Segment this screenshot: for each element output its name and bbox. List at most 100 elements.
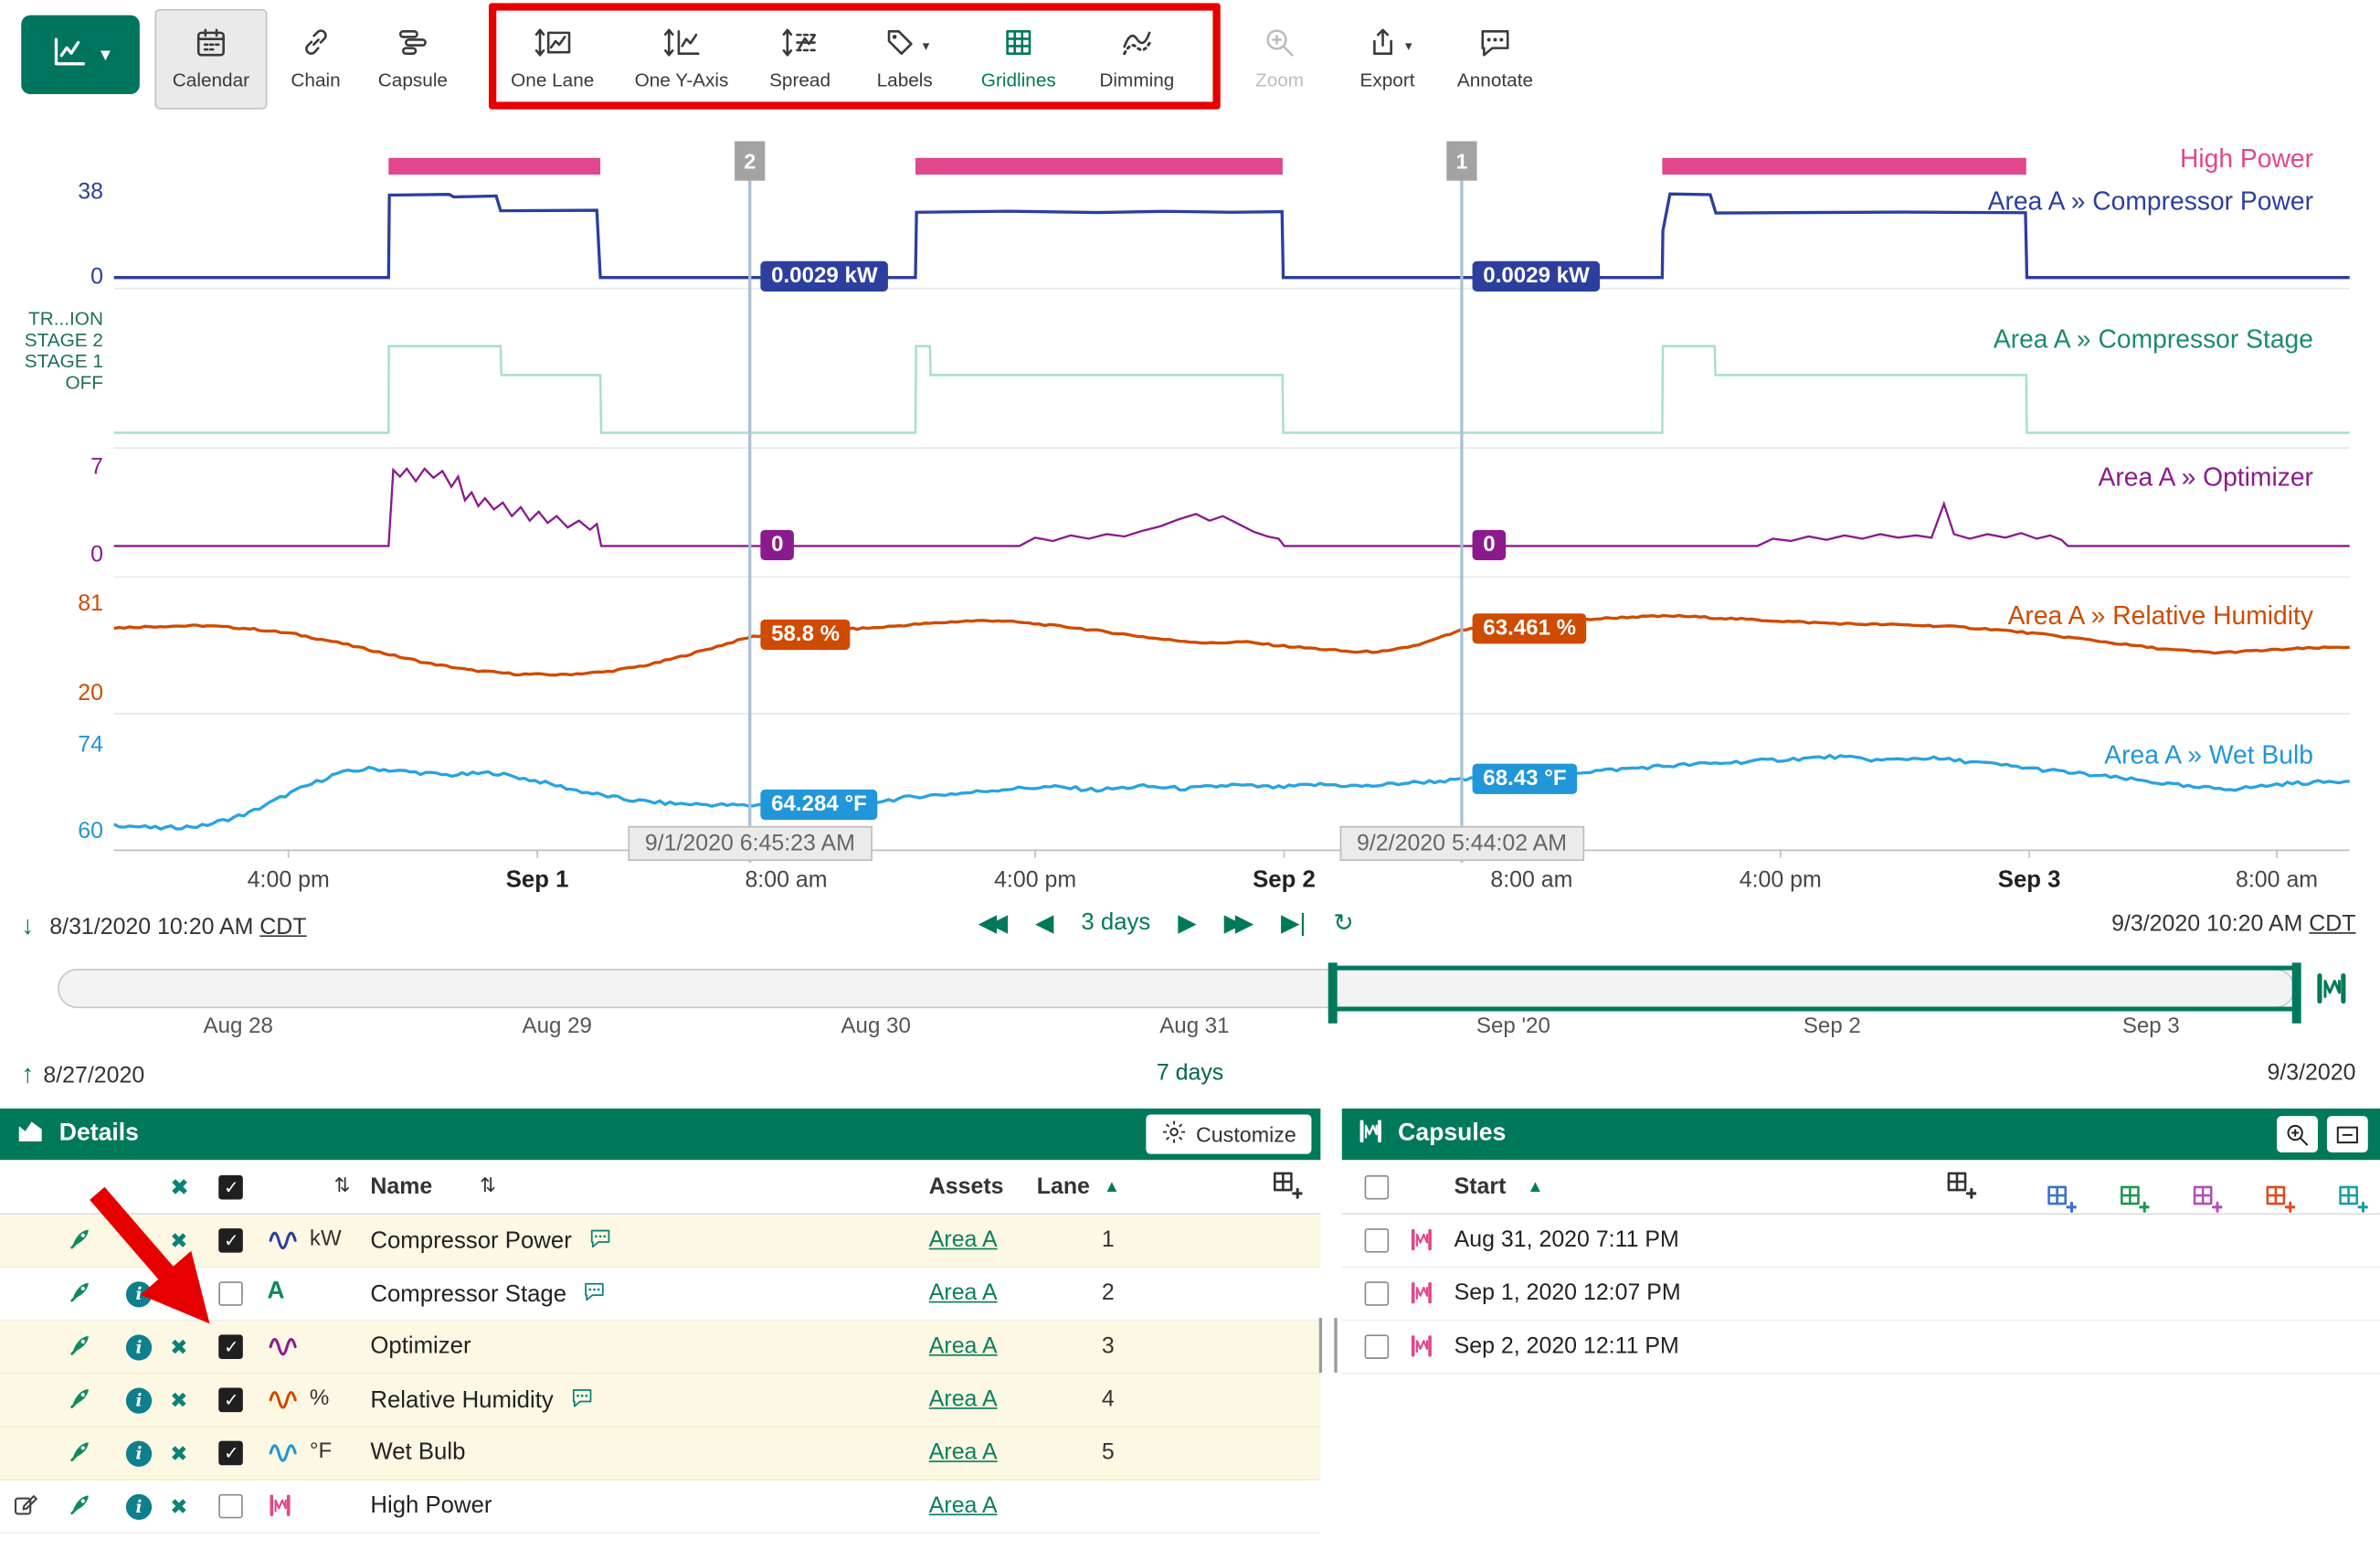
row-checkbox[interactable]: [218, 1334, 243, 1359]
range-duration-label[interactable]: 3 days: [1081, 909, 1150, 937]
selection-right-handle[interactable]: [2292, 962, 2301, 1023]
remove-all-icon[interactable]: ✖: [170, 1173, 189, 1201]
timeline-capsule-icon[interactable]: [2313, 971, 2350, 1014]
row-checkbox[interactable]: [1365, 1228, 1390, 1253]
trend-plot-area[interactable]: [114, 144, 2350, 858]
rocket-icon[interactable]: [67, 1385, 94, 1418]
add-column-icon[interactable]: [1272, 1171, 1302, 1207]
display-range-end[interactable]: 9/3/2020 10:20 AM CDT: [2111, 911, 2355, 937]
rocket-icon[interactable]: [67, 1491, 94, 1524]
toolbar-button-one-yaxis[interactable]: One Y-Axis: [617, 9, 747, 110]
zoom-to-capsule-button[interactable]: [2277, 1116, 2318, 1152]
collapse-range-icon[interactable]: ↑: [21, 1060, 34, 1089]
toolbar-button-gridlines[interactable]: Gridlines: [962, 9, 1074, 110]
timezone-link[interactable]: CDT: [259, 914, 306, 940]
investigate-range-start[interactable]: ↑8/27/2020: [21, 1060, 144, 1090]
toolbar-button-annotate[interactable]: Annotate: [1439, 9, 1551, 110]
timeline-slider[interactable]: [58, 969, 2295, 1008]
lane-label-stage[interactable]: Area A » Compressor Stage: [1994, 325, 2313, 356]
item-name[interactable]: Relative Humidity: [370, 1386, 594, 1417]
high-power-capsule-bar[interactable]: [1662, 158, 2026, 175]
toolbar-button-export[interactable]: ▾Export: [1342, 9, 1433, 110]
edit-icon[interactable]: [12, 1491, 39, 1524]
cursor-handle[interactable]: 2: [735, 142, 765, 181]
timeline-selection[interactable]: [1333, 966, 2297, 1012]
info-icon[interactable]: i: [126, 1494, 152, 1520]
comment-icon[interactable]: [568, 1386, 594, 1417]
selection-left-handle[interactable]: [1328, 962, 1338, 1023]
name-column-header[interactable]: Name: [370, 1173, 432, 1199]
select-all-checkbox[interactable]: [218, 1175, 243, 1200]
remove-icon[interactable]: ✖: [170, 1388, 187, 1414]
asset-link[interactable]: Area A: [929, 1386, 998, 1412]
toolbar-button-dimming[interactable]: Dimming: [1081, 9, 1193, 110]
row-checkbox[interactable]: [218, 1388, 243, 1413]
toolbar-button-chain[interactable]: Chain: [273, 9, 358, 110]
toolbar-button-spread[interactable]: Spread: [753, 9, 847, 110]
remove-icon[interactable]: ✖: [170, 1334, 187, 1360]
item-name[interactable]: Wet Bulb: [370, 1439, 465, 1467]
info-icon[interactable]: i: [126, 1441, 152, 1467]
toolbar-button-zoom[interactable]: Zoom: [1235, 9, 1323, 110]
range-step-forward[interactable]: ▶: [1178, 908, 1196, 939]
lane-column-header[interactable]: Lane: [1037, 1173, 1090, 1199]
lane-label-humidity[interactable]: Area A » Relative Humidity: [2008, 601, 2313, 632]
start-column-header[interactable]: Start: [1454, 1173, 1507, 1199]
remove-icon[interactable]: ✖: [170, 1228, 187, 1254]
rocket-icon[interactable]: [67, 1226, 94, 1259]
info-icon[interactable]: i: [126, 1334, 152, 1360]
asset-link[interactable]: Area A: [929, 1280, 998, 1306]
asset-link[interactable]: Area A: [929, 1439, 998, 1465]
row-checkbox[interactable]: [218, 1494, 243, 1519]
lane-label-optimizer[interactable]: Area A » Optimizer: [2098, 463, 2312, 494]
toolbar-button-one-lane[interactable]: One Lane: [495, 9, 610, 110]
series-optimizer[interactable]: [114, 469, 2350, 547]
row-checkbox[interactable]: [218, 1228, 243, 1253]
cursor-line[interactable]: [748, 142, 751, 863]
panel-splitter[interactable]: [1319, 1318, 1338, 1373]
remove-icon[interactable]: ✖: [170, 1494, 187, 1520]
trend-chart[interactable]: 380TR...IONSTAGE 2STAGE 1OFF7081207460Hi…: [0, 122, 2380, 911]
toolbar-button-capsule[interactable]: Capsule: [365, 9, 461, 110]
customize-button[interactable]: Customize: [1146, 1114, 1311, 1153]
remove-icon[interactable]: ✖: [170, 1441, 187, 1467]
item-name[interactable]: Compressor Power: [370, 1226, 612, 1257]
rocket-icon[interactable]: [67, 1332, 94, 1365]
collapse-panel-button[interactable]: [2327, 1116, 2368, 1152]
lane-label-wetbulb[interactable]: Area A » Wet Bulb: [2104, 741, 2313, 771]
range-step-forward-all[interactable]: ▶▶: [1224, 908, 1254, 939]
info-icon[interactable]: i: [126, 1281, 152, 1307]
asset-link[interactable]: Area A: [929, 1226, 998, 1252]
range-step-back[interactable]: ◀: [1035, 908, 1053, 939]
series-wetbulb[interactable]: [114, 756, 2350, 830]
comment-icon[interactable]: [587, 1226, 612, 1257]
display-range-start[interactable]: ↓ 8/31/2020 10:20 AM CDT: [21, 911, 306, 941]
remove-icon[interactable]: ✖: [170, 1281, 187, 1307]
asset-link[interactable]: Area A: [929, 1492, 998, 1518]
lane-label-power[interactable]: Area A » Compressor Power: [1988, 186, 2313, 217]
select-all-checkbox[interactable]: [1365, 1175, 1390, 1200]
rocket-icon[interactable]: [67, 1438, 94, 1471]
add-column-icon[interactable]: [1946, 1171, 1976, 1207]
sort-icon[interactable]: ⇅: [334, 1173, 351, 1198]
asset-link[interactable]: Area A: [929, 1333, 998, 1359]
cursor-line[interactable]: [1460, 142, 1463, 863]
info-icon[interactable]: i: [126, 1388, 152, 1414]
high-power-capsule-bar[interactable]: [915, 158, 1283, 175]
row-checkbox[interactable]: [218, 1281, 243, 1306]
toolbar-button-labels[interactable]: ▾Labels: [853, 9, 957, 110]
cursor-handle[interactable]: 1: [1446, 142, 1476, 181]
item-name[interactable]: Optimizer: [370, 1333, 471, 1361]
row-checkbox[interactable]: [1365, 1334, 1390, 1359]
range-step-to-end[interactable]: ▶|: [1281, 908, 1306, 939]
series-stage[interactable]: [114, 346, 2350, 433]
sort-icon[interactable]: ⇅: [480, 1173, 496, 1198]
comment-icon[interactable]: [582, 1280, 608, 1311]
expand-range-start-icon[interactable]: ↓: [21, 911, 34, 940]
row-checkbox[interactable]: [218, 1441, 243, 1466]
range-step-back-all[interactable]: ◀◀: [978, 908, 1009, 939]
item-name[interactable]: High Power: [370, 1492, 492, 1520]
assets-column-header[interactable]: Assets: [929, 1173, 1004, 1199]
high-power-capsule-bar[interactable]: [388, 158, 600, 175]
row-checkbox[interactable]: [1365, 1281, 1390, 1306]
